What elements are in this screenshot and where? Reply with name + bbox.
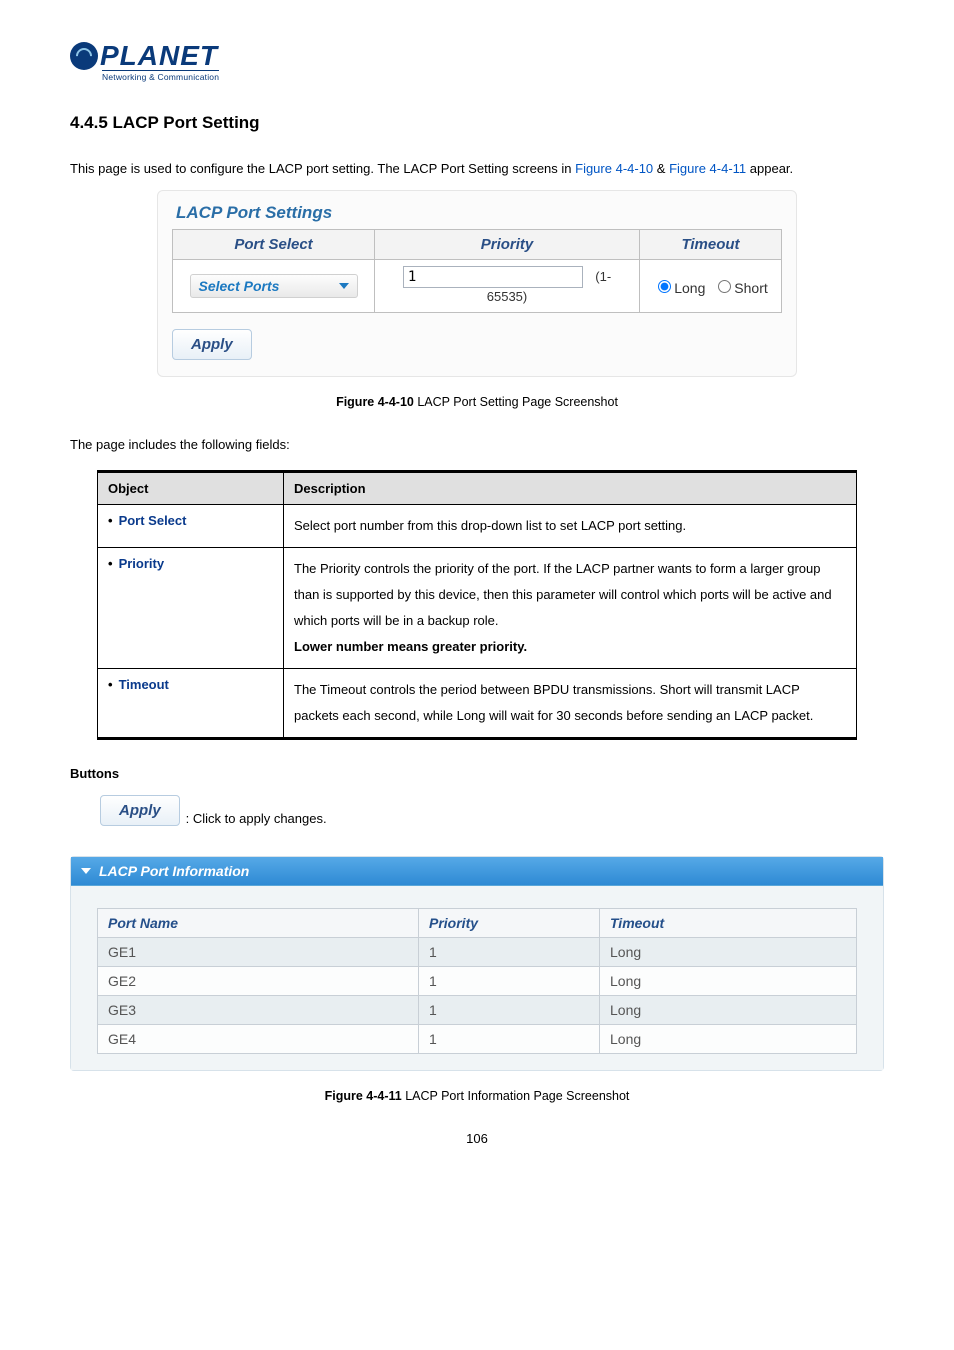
intro-text: This page is used to configure the LACP … [70,161,884,176]
caption1-rest: LACP Port Setting Page Screenshot [414,395,618,409]
section-heading: 4.4.5 LACP Port Setting [70,113,884,133]
page-number: 106 [70,1131,884,1146]
radio-long-label: Long [674,280,705,296]
radio-long-input[interactable] [658,280,671,293]
apply-button-inline[interactable]: Apply [100,795,180,826]
apply-button[interactable]: Apply [172,329,252,360]
obj-desc-priority: The Priority controls the priority of th… [284,548,857,669]
caption1-bold: Figure 4-4-10 [336,395,414,409]
obj-row-timeout: •Timeout [98,669,284,739]
timeout-radio-long[interactable]: Long [653,280,705,296]
cell-priority-0: 1 [419,938,600,967]
caption2-rest: LACP Port Information Page Screenshot [402,1089,630,1103]
figure-caption-2: Figure 4-4-11 LACP Port Information Page… [70,1089,884,1103]
obj-col-object: Object [98,472,284,505]
logo-brand: PLANET [100,40,218,72]
port-select-dropdown[interactable]: Select Ports [190,274,358,298]
radio-short-input[interactable] [718,280,731,293]
lacp-port-settings-panel: LACP Port Settings Port Select Priority … [157,190,797,377]
info-col-priority: Priority [419,909,600,938]
obj-desc-port-select: Select port number from this drop-down l… [284,505,857,548]
port-select-label: Select Ports [199,278,280,294]
cell-priority-1: 1 [419,967,600,996]
obj-name-1: Priority [119,556,165,571]
info-col-timeout: Timeout [600,909,857,938]
obj-row-priority: •Priority [98,548,284,669]
figure-caption-1: Figure 4-4-10 LACP Port Setting Page Scr… [70,395,884,409]
table-row: GE4 1 Long [98,1025,857,1054]
col-port-select: Port Select [173,230,375,260]
cell-timeout-3: Long [600,1025,857,1054]
cell-timeout-2: Long [600,996,857,1025]
obj-desc-timeout: The Timeout controls the period between … [284,669,857,739]
radio-short-label: Short [734,280,767,296]
chevron-down-icon [339,283,349,289]
table-row: GE3 1 Long [98,996,857,1025]
cell-port-name-1: GE2 [98,967,419,996]
cell-timeout-0: Long [600,938,857,967]
obj-row-port-select: •Port Select [98,505,284,548]
cell-priority-3: 1 [419,1025,600,1054]
cell-port-name-3: GE4 [98,1025,419,1054]
cell-port-name-0: GE1 [98,938,419,967]
panel-title: LACP Port Settings [176,203,782,223]
timeout-radio-short[interactable]: Short [713,280,767,296]
buttons-help-text: : Click to apply changes. [186,811,327,826]
settings-table: Port Select Priority Timeout Select Port… [172,229,782,313]
obj-name-2: Timeout [119,677,169,692]
info-col-port-name: Port Name [98,909,419,938]
obj-col-description: Description [284,472,857,505]
cell-port-name-2: GE3 [98,996,419,1025]
port-info-table: Port Name Priority Timeout GE1 1 Long GE… [97,908,857,1054]
object-description-table: Object Description •Port Select Select p… [97,470,857,740]
intro-amp: & [653,161,669,176]
caption2-bold: Figure 4-4-11 [325,1089,402,1103]
intro-pre: This page is used to configure the LACP … [70,161,575,176]
logo-globe-icon [70,42,98,70]
obj-desc-1-strong: Lower number means greater priority. [294,639,527,654]
obj-name-0: Port Select [119,513,187,528]
intro-post: appear. [746,161,793,176]
cell-priority-2: 1 [419,996,600,1025]
includes-line: The page includes the following fields: [70,437,884,452]
col-priority: Priority [375,230,640,260]
figure-link-4-4-11[interactable]: Figure 4-4-11 [669,161,746,176]
info-panel-header[interactable]: LACP Port Information [71,857,883,886]
cell-timeout-1: Long [600,967,857,996]
table-row: GE1 1 Long [98,938,857,967]
obj-desc-1-text: The Priority controls the priority of th… [294,561,832,628]
figure-link-4-4-10[interactable]: Figure 4-4-10 [575,161,653,176]
collapse-triangle-icon [81,868,91,874]
priority-input[interactable] [403,266,583,288]
buttons-heading: Buttons [70,766,884,781]
table-row: GE2 1 Long [98,967,857,996]
lacp-port-info-panel: LACP Port Information Port Name Priority… [70,856,884,1071]
logo-tagline: Networking & Communication [102,70,219,82]
col-timeout: Timeout [640,230,782,260]
info-panel-title: LACP Port Information [99,863,249,879]
logo-block: PLANET Networking & Communication [70,40,884,85]
